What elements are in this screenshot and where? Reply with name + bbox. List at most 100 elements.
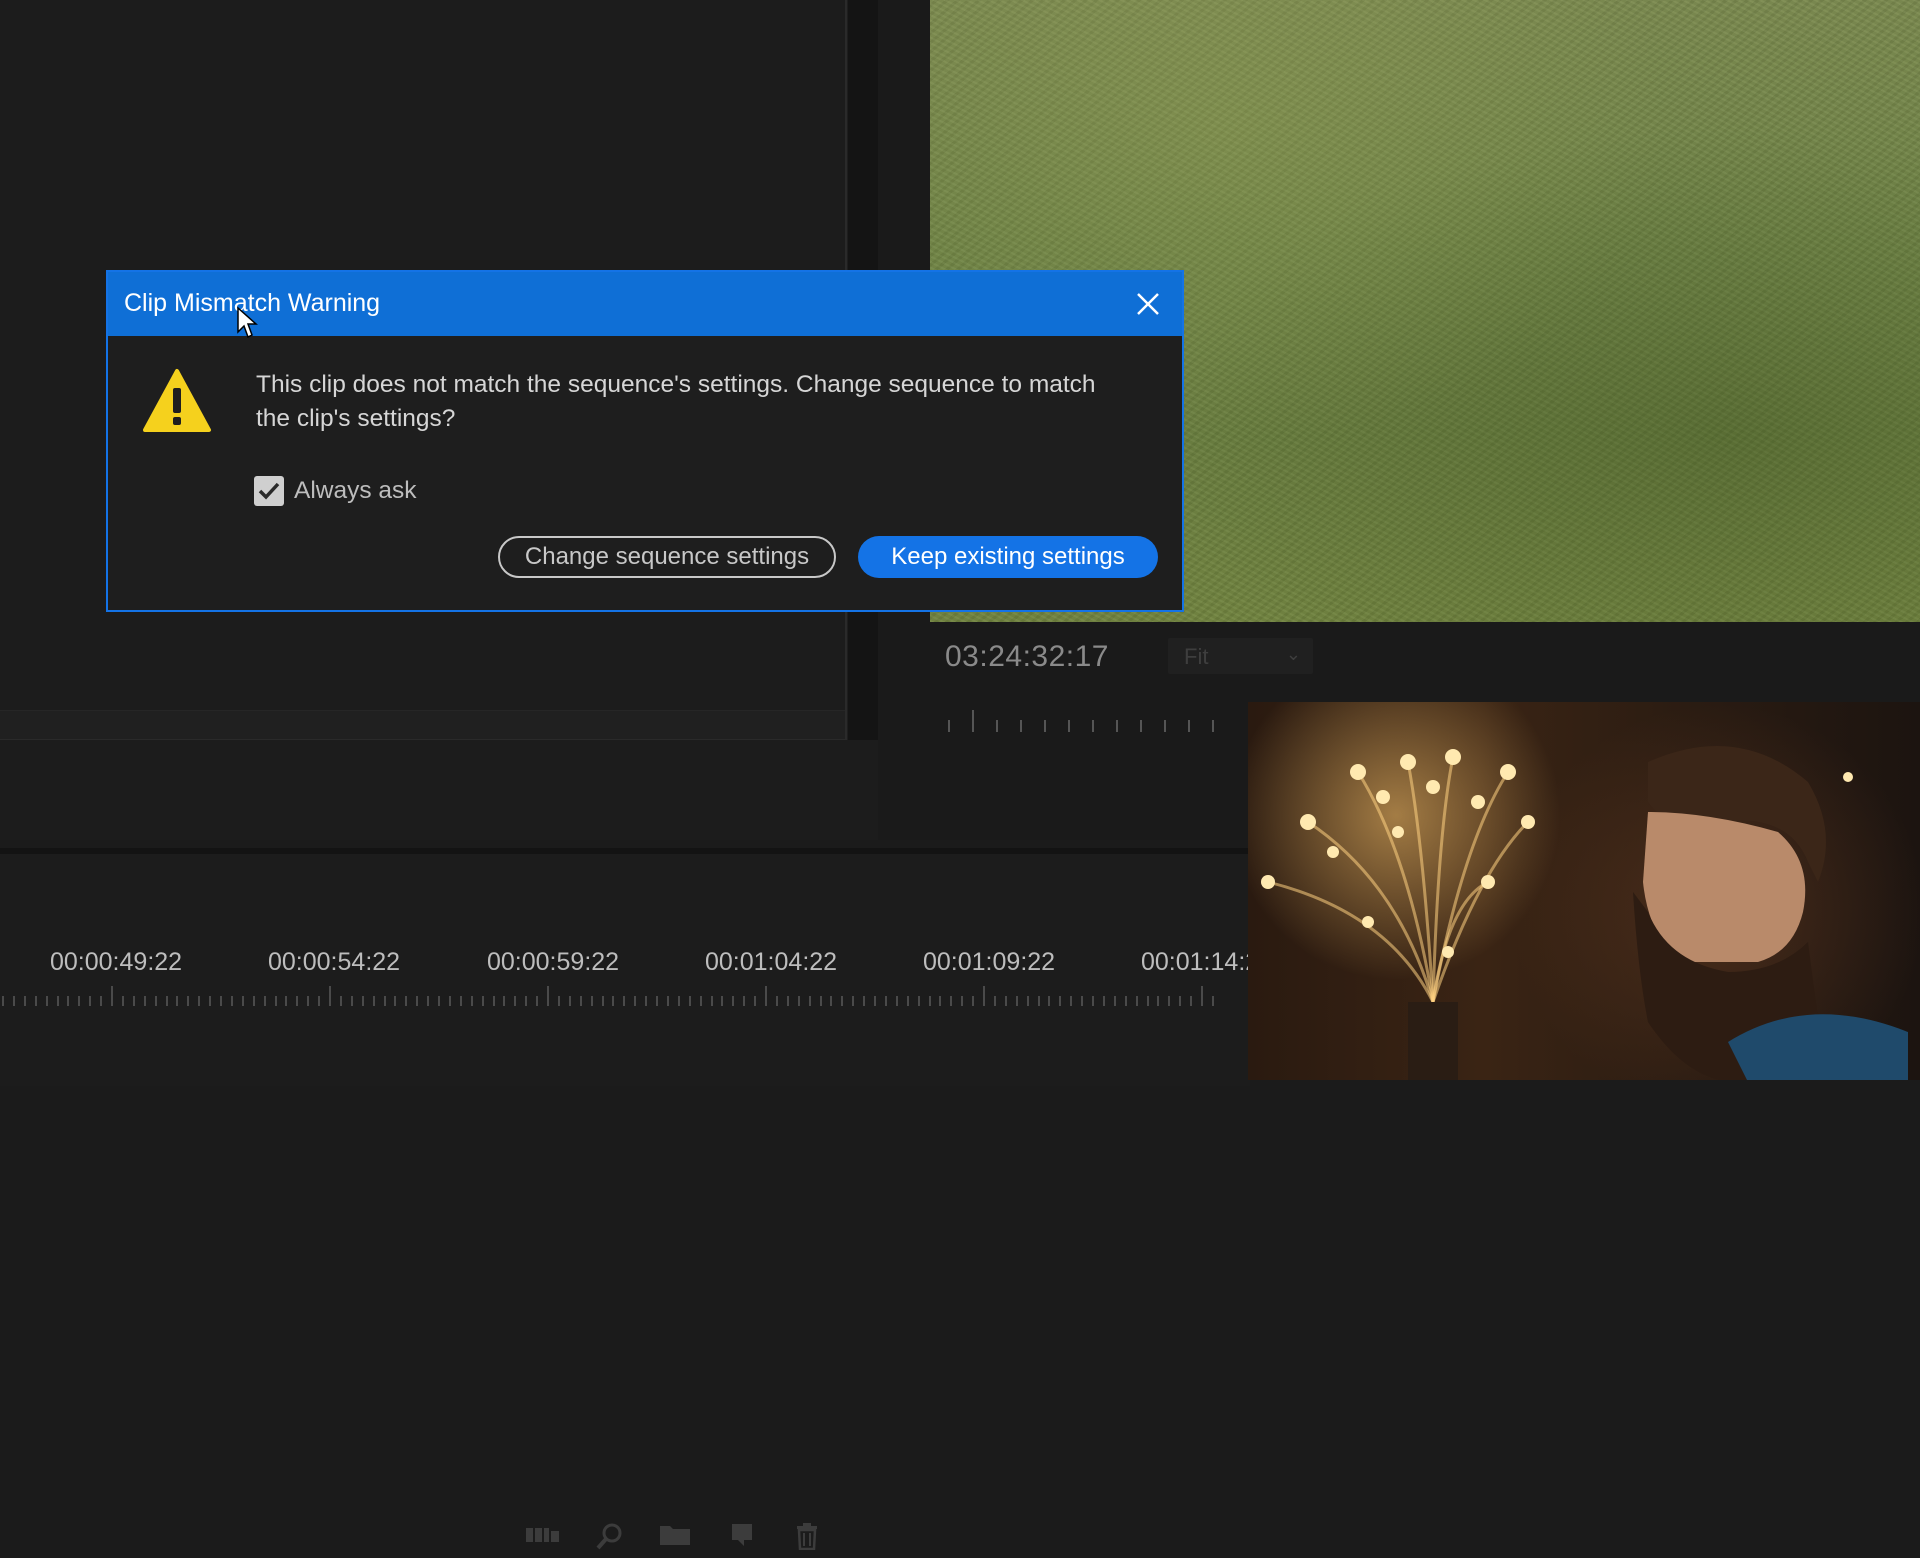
ruler-tick [209, 996, 212, 1006]
ruler-tick [884, 996, 887, 1006]
ruler-tick [645, 996, 648, 1006]
ruler-tick [198, 996, 201, 1006]
ruler-tick [154, 996, 157, 1006]
ruler-tick [579, 996, 582, 1006]
ruler-tick [1092, 720, 1094, 732]
search-icon[interactable] [593, 1522, 627, 1552]
ruler-tick [1188, 720, 1190, 732]
ruler-tick [699, 996, 702, 1006]
checkbox-checked-icon[interactable] [254, 476, 284, 506]
ruler-tick [1164, 720, 1166, 732]
mouse-cursor-icon [237, 306, 258, 339]
timeline-panel [0, 848, 1250, 1086]
ruler-tick [1037, 996, 1040, 1006]
ruler-tick [743, 996, 746, 1006]
ruler-tick [274, 996, 277, 1006]
ruler-tick [318, 996, 321, 1006]
ruler-tick [78, 996, 81, 1006]
ruler-tick [187, 996, 190, 1006]
new-item-icon[interactable] [724, 1522, 758, 1552]
ruler-tick [1048, 996, 1051, 1006]
ruler-tick [939, 996, 942, 1006]
program-monitor-time-ruler[interactable] [948, 706, 1228, 732]
ruler-tick [329, 986, 331, 1006]
ruler-tick [220, 996, 222, 1006]
ruler-tick [121, 996, 124, 1006]
ruler-tick [405, 996, 408, 1006]
ruler-tick [568, 996, 571, 1006]
ruler-tick [23, 996, 26, 1006]
zoom-level-value: Fit [1184, 644, 1209, 669]
ruler-tick [1190, 996, 1193, 1006]
ruler-tick [983, 986, 985, 1006]
ruler-tick [1146, 996, 1149, 1006]
ruler-tick [677, 996, 680, 1006]
ruler-tick [601, 996, 604, 1006]
ruler-tick [732, 996, 735, 1006]
ruler-tick [1211, 996, 1214, 1006]
close-icon[interactable] [1128, 284, 1168, 324]
trash-icon[interactable] [790, 1522, 824, 1552]
metadata-display-icon[interactable] [526, 1522, 560, 1552]
ruler-tick [67, 996, 70, 1006]
timeline-time-ruler[interactable] [0, 984, 1250, 1006]
ruler-tick [536, 996, 539, 1006]
ruler-tick [350, 996, 353, 1006]
ruler-tick [928, 996, 931, 1006]
ruler-tick [1168, 996, 1171, 1006]
ruler-tick [623, 996, 626, 1006]
ruler-tick [1015, 996, 1018, 1006]
project-scrollbar[interactable] [0, 710, 845, 739]
ruler-tick [863, 996, 866, 1006]
ruler-tick [1092, 996, 1094, 1006]
chevron-down-icon: ⌄ [1285, 644, 1301, 664]
ruler-tick [754, 996, 757, 1006]
ruler-tick [481, 996, 484, 1006]
warning-triangle-icon [142, 368, 212, 434]
ruler-tick [852, 996, 855, 1006]
ruler-tick [394, 996, 397, 1006]
project-toolbar [0, 740, 878, 1551]
ruler-tick [972, 996, 975, 1006]
ruler-tick [100, 996, 103, 1006]
ruler-tick [2, 996, 4, 1006]
ruler-tick [241, 996, 244, 1006]
ruler-tick [383, 996, 386, 1006]
change-sequence-settings-button[interactable]: Change sequence settings [498, 536, 836, 578]
ruler-tick [132, 996, 135, 1006]
ruler-tick [721, 996, 724, 1006]
ruler-tick [89, 996, 92, 1006]
playhead-timecode[interactable]: 03:24:32:17 [945, 640, 1109, 674]
always-ask-checkbox[interactable]: Always ask [254, 474, 417, 508]
ruler-tick [961, 996, 964, 1006]
ruler-tick [361, 996, 364, 1006]
new-bin-icon[interactable] [658, 1522, 692, 1552]
ruler-tick [1179, 996, 1182, 1006]
ruler-tick [895, 996, 898, 1006]
ruler-tick [1026, 996, 1029, 1006]
ruler-tick [612, 996, 615, 1006]
zoom-level-dropdown[interactable]: Fit ⌄ [1168, 638, 1313, 674]
ruler-tick [416, 996, 419, 1006]
ruler-tick [996, 720, 998, 732]
presenter-video [1633, 746, 1908, 1080]
timeline-time-label: 00:01:14:2 [1141, 948, 1260, 976]
keep-existing-settings-button[interactable]: Keep existing settings [858, 536, 1158, 578]
ruler-tick [917, 996, 920, 1006]
ruler-tick [503, 996, 506, 1006]
ruler-tick [438, 996, 440, 1006]
ruler-tick [797, 996, 800, 1006]
ruler-tick [765, 986, 767, 1006]
ruler-tick [819, 996, 822, 1006]
ruler-tick [427, 996, 430, 1006]
dialog-titlebar[interactable]: Clip Mismatch Warning [108, 272, 1182, 336]
always-ask-label: Always ask [294, 477, 417, 504]
timeline-time-label: 00:00:59:22 [487, 948, 620, 976]
ruler-tick [372, 996, 375, 1006]
ruler-tick [1212, 720, 1214, 732]
ruler-tick [688, 996, 691, 1006]
ruler-tick [808, 996, 811, 1006]
ruler-tick [339, 996, 342, 1006]
ruler-tick [1116, 720, 1118, 732]
ruler-tick [775, 996, 778, 1006]
